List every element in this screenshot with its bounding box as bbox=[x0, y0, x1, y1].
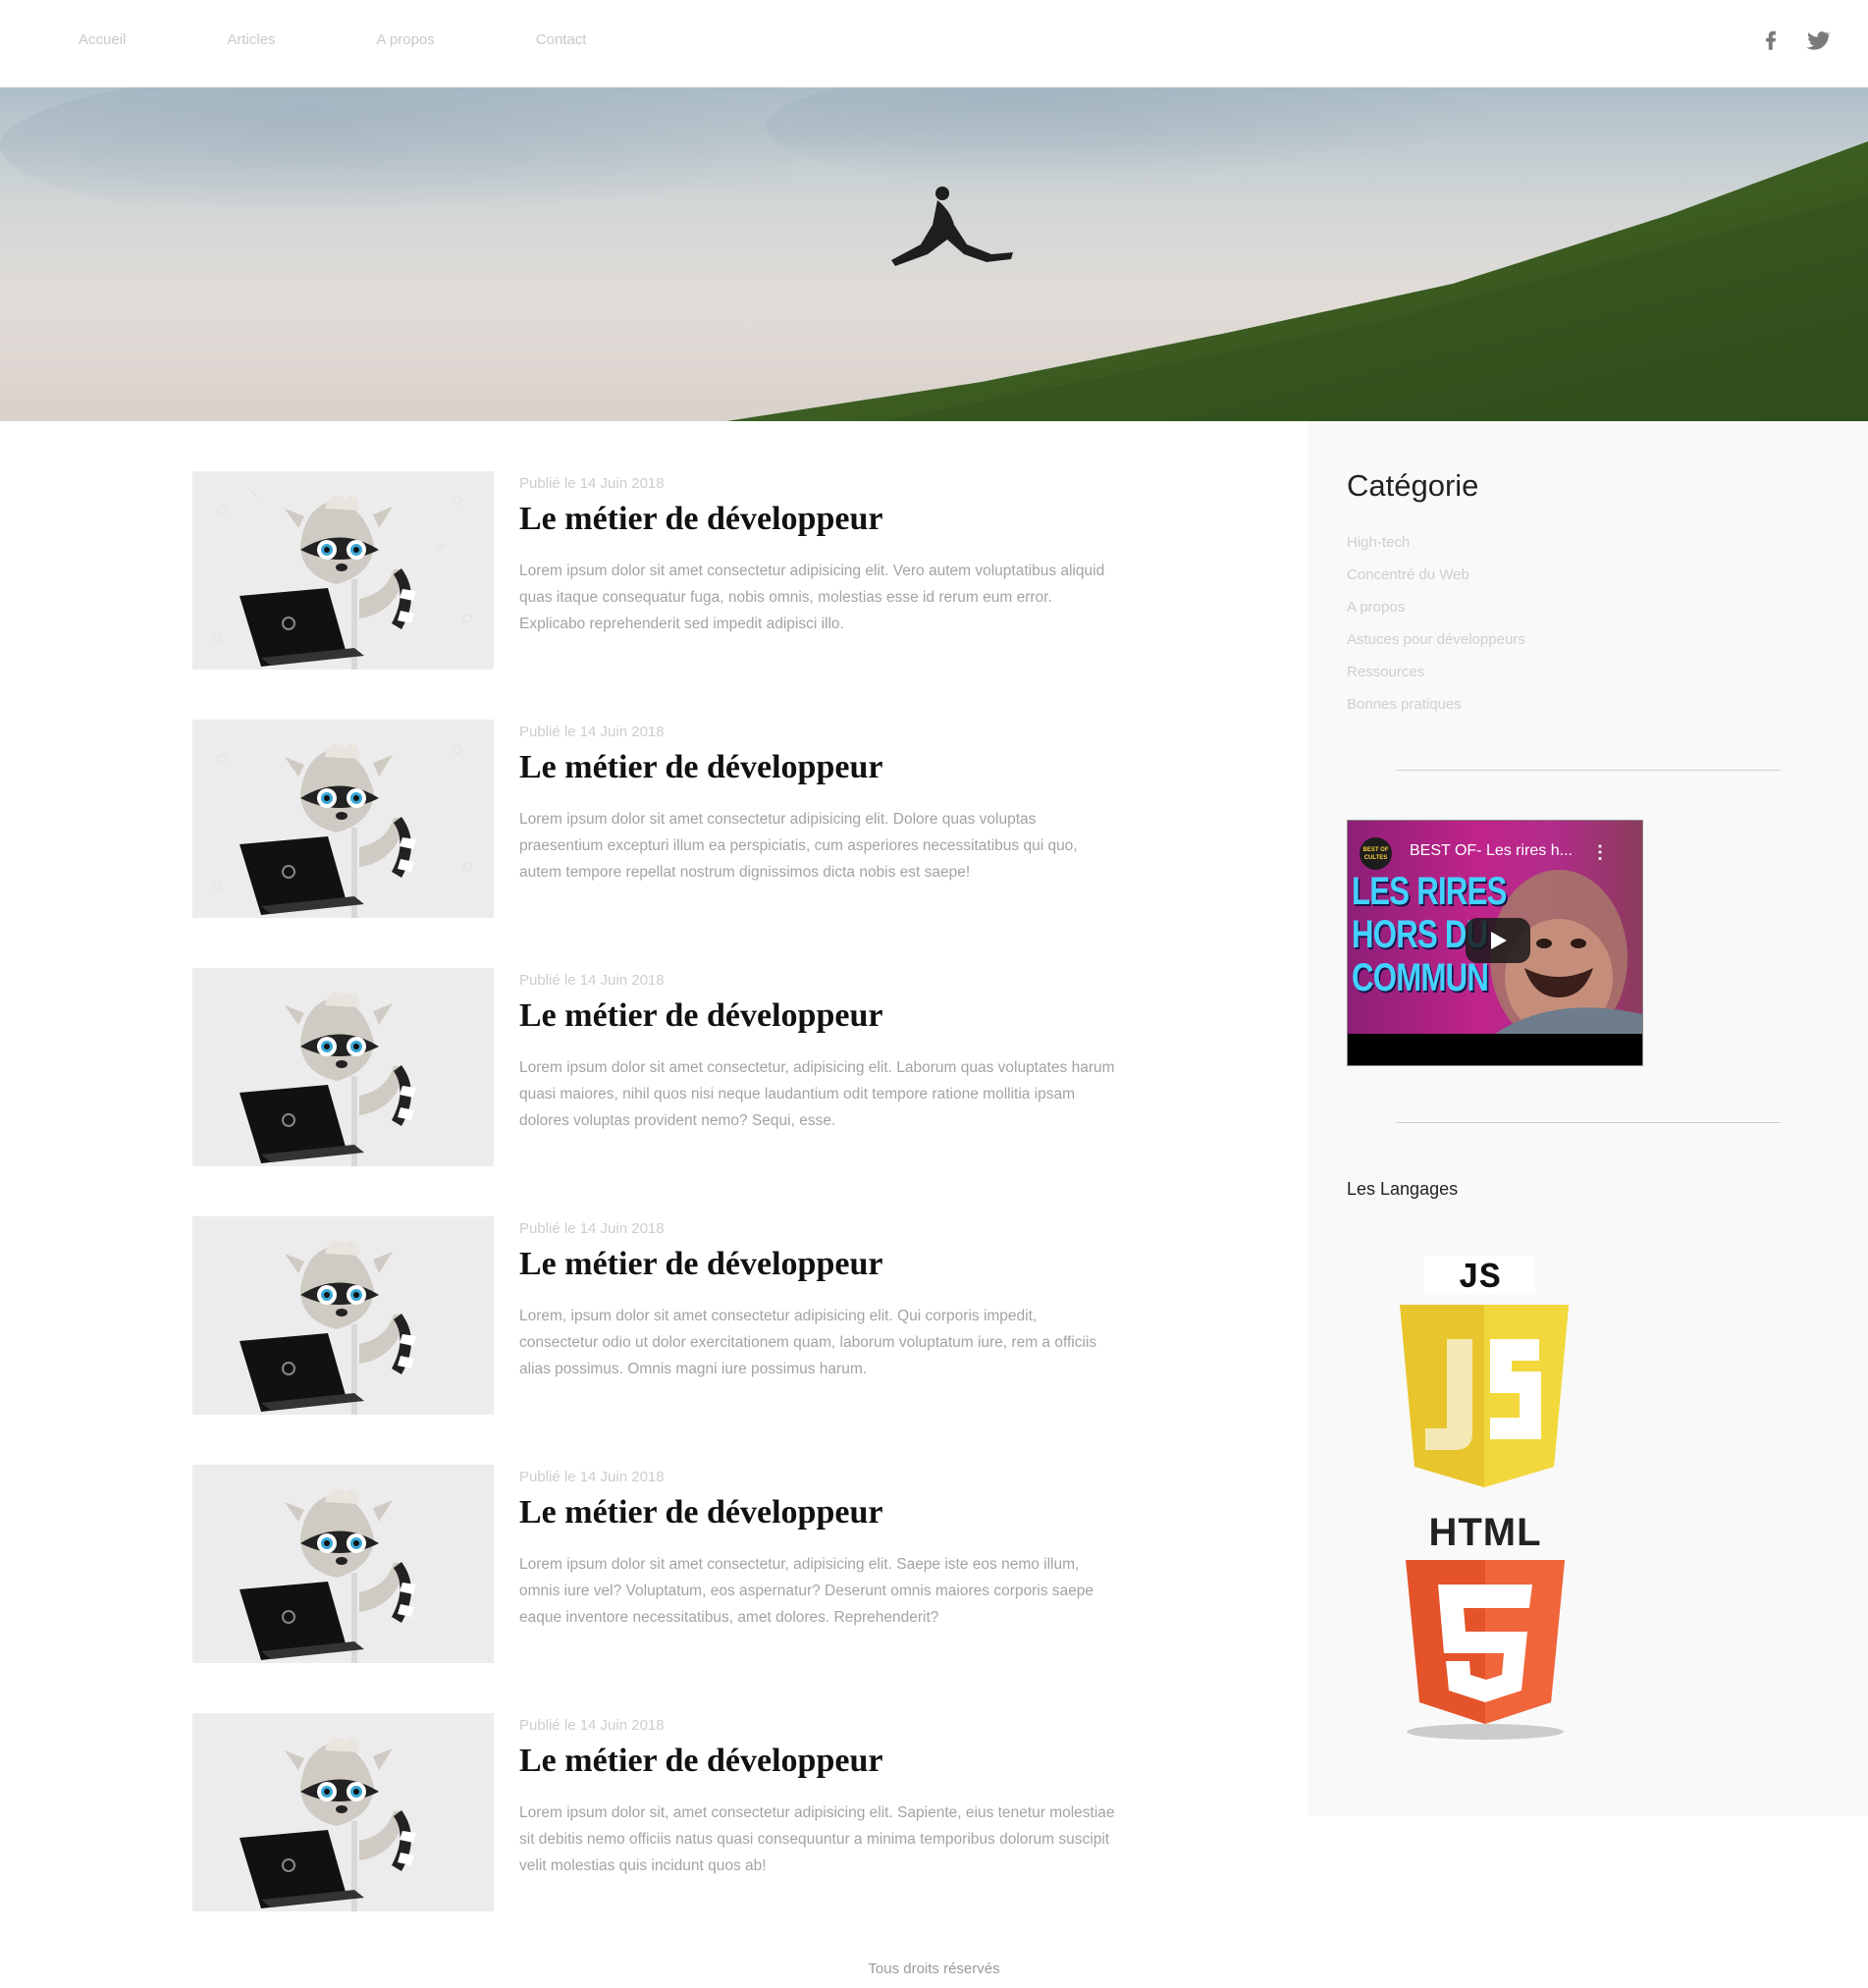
post-thumbnail[interactable] bbox=[192, 720, 494, 918]
post-title[interactable]: Le métier de développeur bbox=[519, 1743, 882, 1780]
category-list: High-tech Concentré du Web A propos Astu… bbox=[1347, 534, 1525, 728]
category-title: Catégorie bbox=[1347, 468, 1479, 503]
post-title[interactable]: Le métier de développeur bbox=[519, 749, 882, 786]
category-item[interactable]: High-tech bbox=[1347, 534, 1525, 566]
hero-landscape-image bbox=[0, 87, 1868, 421]
post-date: Publié le 14 Juin 2018 bbox=[519, 1469, 665, 1485]
raccoon-laptop-image bbox=[192, 968, 494, 1166]
channel-avatar[interactable]: BEST OF CULTES bbox=[1360, 837, 1392, 870]
post-thumbnail[interactable] bbox=[192, 1465, 494, 1663]
post-excerpt: Lorem, ipsum dolor sit amet consectetur … bbox=[519, 1308, 1097, 1377]
raccoon-laptop-image bbox=[192, 1713, 494, 1911]
raccoon-laptop-image bbox=[192, 720, 494, 918]
post-thumbnail[interactable] bbox=[192, 1216, 494, 1415]
category-item[interactable]: Astuces pour développeurs bbox=[1347, 631, 1525, 664]
post-excerpt: Lorem ipsum dolor sit amet consectetur, … bbox=[519, 1556, 1094, 1626]
html5-logo: HTML bbox=[1392, 1506, 1578, 1746]
post-card[interactable]: Publié le 14 Juin 2018 Le métier de déve… bbox=[192, 471, 1125, 672]
video-overlay-line: LES RIRES bbox=[1352, 870, 1507, 913]
twitter-icon[interactable] bbox=[1805, 27, 1831, 53]
post-date: Publié le 14 Juin 2018 bbox=[519, 1717, 665, 1734]
nav-item-a-propos[interactable]: A propos bbox=[377, 31, 435, 48]
footer-copyright: Tous droits réservés bbox=[868, 1961, 1000, 1977]
play-icon bbox=[1491, 932, 1507, 949]
post-excerpt: Lorem ipsum dolor sit amet consectetur, … bbox=[519, 1059, 1115, 1129]
category-item[interactable]: Bonnes pratiques bbox=[1347, 696, 1525, 728]
raccoon-laptop-image bbox=[192, 471, 494, 670]
post-date: Publié le 14 Juin 2018 bbox=[519, 1220, 665, 1237]
post-card[interactable]: Publié le 14 Juin 2018 Le métier de déve… bbox=[192, 1465, 1125, 1665]
post-title[interactable]: Le métier de développeur bbox=[519, 997, 882, 1035]
main-nav: Accueil Articles A propos Contact bbox=[79, 31, 687, 48]
category-item[interactable]: Concentré du Web bbox=[1347, 566, 1525, 599]
post-excerpt: Lorem ipsum dolor sit amet consectetur a… bbox=[519, 811, 1078, 881]
category-item[interactable]: A propos bbox=[1347, 599, 1525, 631]
post-title[interactable]: Le métier de développeur bbox=[519, 501, 882, 538]
post-title[interactable]: Le métier de développeur bbox=[519, 1494, 882, 1531]
nav-item-articles[interactable]: Articles bbox=[227, 31, 275, 48]
post-thumbnail[interactable] bbox=[192, 968, 494, 1166]
raccoon-laptop-image bbox=[192, 1216, 494, 1415]
divider bbox=[1396, 770, 1781, 771]
divider bbox=[1396, 1122, 1781, 1123]
javascript-logo: JS bbox=[1392, 1256, 1578, 1506]
post-date: Publié le 14 Juin 2018 bbox=[519, 972, 665, 989]
post-title[interactable]: Le métier de développeur bbox=[519, 1246, 882, 1283]
post-thumbnail[interactable] bbox=[192, 471, 494, 670]
facebook-icon[interactable] bbox=[1758, 27, 1784, 53]
nav-item-contact[interactable]: Contact bbox=[536, 31, 587, 48]
post-card[interactable]: Publié le 14 Juin 2018 Le métier de déve… bbox=[192, 720, 1125, 920]
play-button[interactable] bbox=[1466, 918, 1530, 963]
html-label: HTML bbox=[1428, 1511, 1541, 1554]
video-title[interactable]: BEST OF- Les rires h... bbox=[1410, 842, 1573, 860]
hero-banner bbox=[0, 87, 1868, 421]
video-thumbnail[interactable]: BEST OF CULTES BEST OF- Les rires h... ⋮… bbox=[1348, 821, 1642, 1034]
languages-title: Les Langages bbox=[1347, 1179, 1459, 1199]
nav-item-accueil[interactable]: Accueil bbox=[79, 31, 126, 48]
sidebar: Catégorie High-tech Concentré du Web A p… bbox=[1308, 421, 1868, 1816]
raccoon-laptop-image bbox=[192, 1465, 494, 1663]
js-label: JS bbox=[1458, 1258, 1500, 1298]
social-links bbox=[1758, 27, 1831, 53]
site-header: Accueil Articles A propos Contact bbox=[0, 0, 1868, 87]
post-card[interactable]: Publié le 14 Juin 2018 Le métier de déve… bbox=[192, 1713, 1125, 1913]
post-date: Publié le 14 Juin 2018 bbox=[519, 475, 665, 492]
post-date: Publié le 14 Juin 2018 bbox=[519, 724, 665, 740]
post-thumbnail[interactable] bbox=[192, 1713, 494, 1911]
post-card[interactable]: Publié le 14 Juin 2018 Le métier de déve… bbox=[192, 968, 1125, 1168]
category-item[interactable]: Ressources bbox=[1347, 664, 1525, 696]
video-embed[interactable]: BEST OF CULTES BEST OF- Les rires h... ⋮… bbox=[1347, 820, 1643, 1066]
post-card[interactable]: Publié le 14 Juin 2018 Le métier de déve… bbox=[192, 1216, 1125, 1417]
video-menu-icon[interactable]: ⋮ bbox=[1591, 842, 1609, 863]
post-excerpt: Lorem ipsum dolor sit, amet consectetur … bbox=[519, 1804, 1115, 1874]
post-excerpt: Lorem ipsum dolor sit amet consectetur a… bbox=[519, 563, 1105, 632]
